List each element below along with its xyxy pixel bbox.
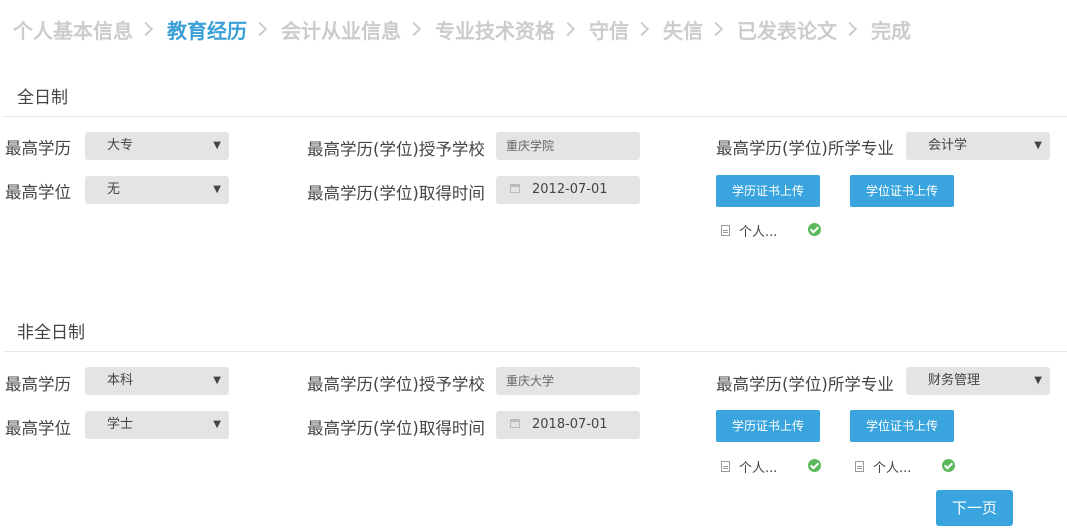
highest-degree-select[interactable]: 学士 ▼	[85, 411, 229, 439]
upload-degree-cert-button[interactable]: 学位证书上传	[850, 410, 954, 442]
uploaded-file-link[interactable]: 个人...	[721, 457, 777, 476]
dropdown-arrow-icon: ▼	[213, 375, 221, 386]
step-label: 个人基本信息	[13, 18, 133, 43]
chevron-right-icon	[138, 21, 154, 37]
highest-degree-label: 最高学位	[5, 419, 71, 438]
date-value: 2018-07-01	[532, 417, 608, 432]
select-value: 会计学	[928, 138, 968, 153]
uploaded-file-link[interactable]: 个人...	[721, 221, 777, 240]
major-label: 最高学历(学位)所学专业	[716, 139, 894, 158]
document-icon	[721, 461, 730, 472]
step-complete[interactable]: 完成	[871, 15, 911, 44]
check-success-icon	[808, 459, 821, 472]
date-value: 2012-07-01	[532, 182, 608, 197]
major-label: 最高学历(学位)所学专业	[716, 375, 894, 394]
upload-edu-cert-button[interactable]: 学历证书上传	[716, 410, 820, 442]
chevron-right-icon	[252, 21, 268, 37]
chevron-right-icon	[842, 21, 858, 37]
highest-degree-select[interactable]: 无 ▼	[85, 176, 229, 204]
step-trustworthy[interactable]: 守信	[589, 15, 663, 44]
step-label: 完成	[871, 18, 911, 43]
school-label: 最高学历(学位)授予学校	[307, 375, 485, 394]
step-published-papers[interactable]: 已发表论文	[737, 15, 871, 44]
school-label: 最高学历(学位)授予学校	[307, 140, 485, 159]
highest-degree-label: 最高学位	[5, 183, 71, 202]
highest-edu-label: 最高学历	[5, 139, 71, 158]
date-input[interactable]: 2012-07-01	[496, 176, 640, 204]
fulltime-divider	[4, 116, 1067, 117]
step-professional-qualification[interactable]: 专业技术资格	[435, 15, 589, 44]
uploaded-file-link[interactable]: 个人...	[855, 457, 911, 476]
date-label: 最高学历(学位)取得时间	[307, 419, 485, 438]
step-label: 失信	[663, 18, 703, 43]
calendar-icon	[510, 184, 520, 193]
check-success-icon	[942, 459, 955, 472]
select-value: 大专	[107, 138, 134, 153]
dropdown-arrow-icon: ▼	[1034, 140, 1042, 151]
step-personal-info[interactable]: 个人基本信息	[13, 15, 167, 44]
document-icon	[855, 461, 864, 472]
highest-edu-select[interactable]: 本科 ▼	[85, 367, 229, 395]
parttime-divider	[4, 351, 1067, 352]
date-input[interactable]: 2018-07-01	[496, 411, 640, 439]
dropdown-arrow-icon: ▼	[213, 140, 221, 151]
document-icon	[721, 225, 730, 236]
select-value: 财务管理	[928, 373, 981, 388]
next-page-button[interactable]: 下一页	[936, 490, 1013, 526]
step-label: 守信	[589, 18, 629, 43]
dropdown-arrow-icon: ▼	[213, 184, 221, 195]
highest-edu-label: 最高学历	[5, 375, 71, 394]
upload-edu-cert-button[interactable]: 学历证书上传	[716, 175, 820, 207]
step-education[interactable]: 教育经历	[167, 15, 281, 44]
step-label: 专业技术资格	[435, 18, 555, 43]
check-success-icon	[808, 223, 821, 236]
school-input[interactable]: 重庆大学	[496, 367, 640, 395]
file-name: 个人...	[873, 461, 912, 476]
file-name: 个人...	[739, 461, 778, 476]
file-name: 个人...	[739, 225, 778, 240]
highest-edu-select[interactable]: 大专 ▼	[85, 132, 229, 160]
chevron-right-icon	[708, 21, 724, 37]
parttime-section-title: 非全日制	[17, 323, 85, 343]
dropdown-arrow-icon: ▼	[1034, 375, 1042, 386]
fulltime-section-title: 全日制	[17, 88, 68, 108]
chevron-right-icon	[634, 21, 650, 37]
date-label: 最高学历(学位)取得时间	[307, 184, 485, 203]
major-select[interactable]: 财务管理 ▼	[906, 367, 1050, 395]
major-select[interactable]: 会计学 ▼	[906, 132, 1050, 160]
step-dishonest[interactable]: 失信	[663, 15, 737, 44]
dropdown-arrow-icon: ▼	[213, 419, 221, 430]
school-input[interactable]: 重庆学院	[496, 132, 640, 160]
chevron-right-icon	[406, 21, 422, 37]
chevron-right-icon	[560, 21, 576, 37]
select-value: 无	[107, 182, 121, 197]
select-value: 学士	[107, 417, 134, 432]
select-value: 本科	[107, 373, 134, 388]
step-accounting-practice[interactable]: 会计从业信息	[281, 15, 435, 44]
upload-degree-cert-button[interactable]: 学位证书上传	[850, 175, 954, 207]
calendar-icon	[510, 419, 520, 428]
step-label: 已发表论文	[737, 18, 837, 43]
step-label: 教育经历	[167, 18, 247, 43]
step-progress-bar: 个人基本信息 教育经历 会计从业信息 专业技术资格 守信 失信 已发表论文 完成	[13, 14, 911, 44]
step-label: 会计从业信息	[281, 18, 401, 43]
